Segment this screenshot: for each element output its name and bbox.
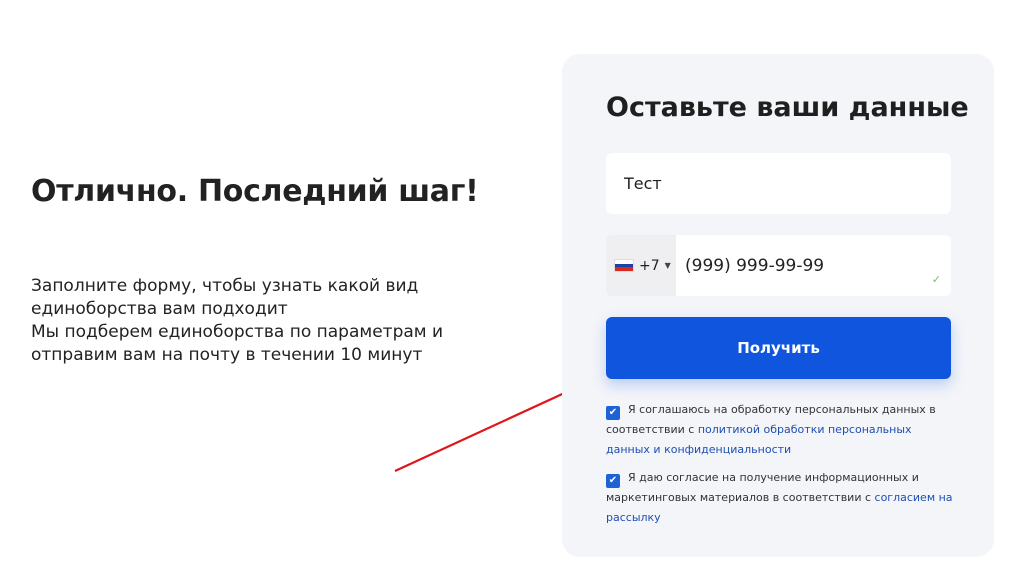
consent-marketing-checkbox[interactable]: ✔ bbox=[606, 474, 620, 488]
intro-description: Заполните форму, чтобы узнать какой вид … bbox=[31, 275, 471, 367]
valid-check-icon: ✓ bbox=[931, 273, 941, 286]
phone-field-wrapper: +7 ▼ ✓ bbox=[606, 235, 951, 296]
form-title: Оставьте ваши данные bbox=[606, 92, 969, 123]
consent-text: Я даю согласие на получение информационн… bbox=[606, 471, 919, 504]
description-line: Мы подберем единоборства по параметрам и bbox=[31, 322, 444, 342]
phone-input[interactable] bbox=[676, 235, 951, 296]
consent-personal-data: ✔ Я соглашаюсь на обработку персональных … bbox=[606, 400, 956, 460]
country-code-select[interactable]: +7 ▼ bbox=[606, 235, 676, 296]
description-line: отправим вам на почту в течении 10 минут bbox=[31, 345, 423, 365]
caret-down-icon: ▼ bbox=[664, 261, 671, 270]
name-input[interactable] bbox=[606, 153, 951, 214]
description-line: Заполните форму, чтобы узнать какой вид bbox=[31, 276, 419, 296]
country-dial-code: +7 bbox=[639, 257, 660, 274]
consent-personal-data-checkbox[interactable]: ✔ bbox=[606, 406, 620, 420]
description-line: единоборства вам подходит bbox=[31, 299, 288, 319]
russia-flag-icon bbox=[614, 259, 634, 272]
consent-marketing: ✔ Я даю согласие на получение информацион… bbox=[606, 468, 956, 528]
submit-button[interactable]: Получить bbox=[606, 317, 951, 379]
lead-form-card: Оставьте ваши данные +7 ▼ ✓ Получить ✔Я … bbox=[562, 54, 994, 557]
page-title: Отлично. Последний шаг! bbox=[31, 174, 479, 209]
name-field-wrapper bbox=[606, 153, 951, 214]
phone-input-container: ✓ bbox=[676, 235, 951, 296]
